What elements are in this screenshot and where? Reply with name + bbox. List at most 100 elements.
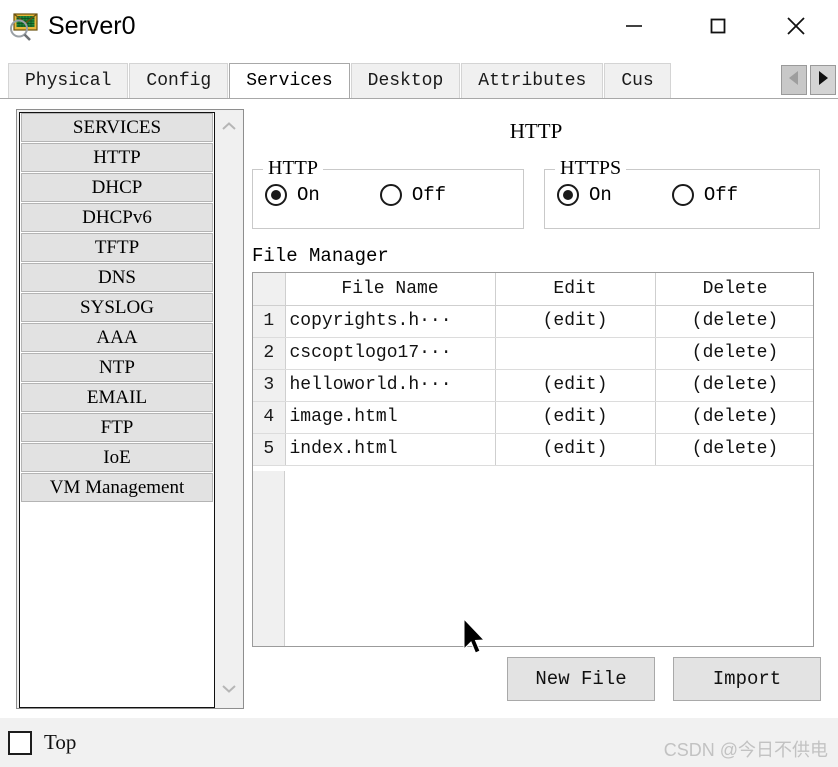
tab-physical[interactable]: Physical bbox=[8, 63, 129, 99]
minimize-button[interactable] bbox=[602, 0, 666, 52]
sidebar-item-syslog[interactable]: SYSLOG bbox=[21, 293, 213, 322]
sidebar-item-aaa[interactable]: AAA bbox=[21, 323, 213, 352]
sidebar-item-services[interactable]: SERVICES bbox=[21, 113, 213, 142]
tab-scroll-buttons bbox=[781, 65, 836, 95]
tab-desktop[interactable]: Desktop bbox=[350, 63, 461, 99]
server-magnifier-icon bbox=[8, 9, 42, 43]
sidebar-item-ntp[interactable]: NTP bbox=[21, 353, 213, 382]
row-number: 2 bbox=[253, 337, 286, 370]
file-manager-table: File Name Edit Delete 1 copyrights.h··· … bbox=[252, 272, 814, 647]
tab-list: Physical Config Services Desktop Attribu… bbox=[8, 63, 672, 99]
tab-customize[interactable]: Cus bbox=[604, 63, 671, 99]
file-name-cell: copyrights.h··· bbox=[285, 305, 496, 338]
delete-link[interactable]: (delete) bbox=[655, 337, 813, 370]
checkbox-unchecked-icon bbox=[8, 730, 32, 755]
sidebar-item-label: FTP bbox=[100, 416, 134, 438]
radio-selected-icon bbox=[265, 184, 287, 206]
edit-link[interactable] bbox=[495, 337, 656, 370]
maximize-button[interactable] bbox=[686, 0, 750, 52]
protocol-toggle-groups: HTTP On Off HTTPS On Off bbox=[252, 157, 820, 231]
sidebar-item-dhcpv6[interactable]: DHCPv6 bbox=[21, 203, 213, 232]
edit-link[interactable]: (edit) bbox=[495, 369, 656, 402]
tab-scroll-left-button[interactable] bbox=[781, 65, 807, 95]
https-radio-row: On Off bbox=[557, 184, 798, 206]
file-table: File Name Edit Delete 1 copyrights.h··· … bbox=[253, 273, 813, 466]
row-number: 1 bbox=[253, 305, 286, 338]
http-off-radio[interactable]: Off bbox=[379, 184, 446, 206]
services-sidebar: SERVICES HTTP DHCP DHCPv6 TFTP DNS SYSLO… bbox=[16, 109, 244, 709]
delete-link[interactable]: (delete) bbox=[655, 433, 813, 466]
tab-config-label: Config bbox=[146, 71, 212, 91]
triangle-left-icon bbox=[787, 70, 801, 91]
http-on-label: On bbox=[297, 184, 320, 206]
import-button[interactable]: Import bbox=[673, 657, 821, 701]
sidebar-item-tftp[interactable]: TFTP bbox=[21, 233, 213, 262]
top-checkbox[interactable]: Top bbox=[8, 730, 76, 755]
sidebar-item-label: TFTP bbox=[94, 236, 140, 258]
sidebar-item-label: AAA bbox=[96, 326, 138, 348]
https-on-radio[interactable]: On bbox=[557, 184, 612, 206]
http-group-legend: HTTP bbox=[263, 157, 323, 180]
radio-unselected-icon bbox=[379, 184, 402, 206]
sidebar-item-http[interactable]: HTTP bbox=[21, 143, 213, 172]
sidebar-scrollbar[interactable] bbox=[216, 111, 242, 707]
https-off-radio[interactable]: Off bbox=[671, 184, 739, 206]
tab-desktop-label: Desktop bbox=[367, 71, 444, 91]
tab-scroll-right-button[interactable] bbox=[810, 65, 836, 95]
edit-link[interactable]: (edit) bbox=[495, 305, 656, 338]
import-button-label: Import bbox=[712, 668, 782, 690]
sidebar-item-vm-management[interactable]: VM Management bbox=[21, 473, 213, 502]
sidebar-item-label: DHCP bbox=[91, 176, 143, 198]
file-name-cell: cscoptlogo17··· bbox=[285, 337, 496, 370]
tab-strip: Physical Config Services Desktop Attribu… bbox=[0, 63, 838, 99]
page-title: HTTP bbox=[509, 119, 563, 143]
sidebar-item-label: HTTP bbox=[93, 146, 141, 168]
chevron-up-icon bbox=[221, 119, 237, 137]
http-group: HTTP On Off bbox=[252, 157, 524, 229]
edit-link[interactable]: (edit) bbox=[495, 433, 656, 466]
watermark-text: CSDN @今日不供电 bbox=[663, 740, 828, 760]
sidebar-item-email[interactable]: EMAIL bbox=[21, 383, 213, 412]
sidebar-item-ftp[interactable]: FTP bbox=[21, 413, 213, 442]
table-row[interactable]: 3 helloworld.h··· (edit) (delete) bbox=[253, 369, 813, 402]
file-manager-actions: New File Import bbox=[507, 657, 821, 701]
tab-services-label: Services bbox=[246, 71, 333, 91]
title-bar: Server0 bbox=[0, 0, 838, 56]
radio-unselected-icon bbox=[671, 184, 694, 206]
new-file-button[interactable]: New File bbox=[507, 657, 655, 701]
tab-physical-label: Physical bbox=[25, 71, 112, 91]
tab-attributes[interactable]: Attributes bbox=[461, 63, 604, 99]
scroll-down-button[interactable] bbox=[216, 677, 242, 703]
sidebar-item-label: NTP bbox=[99, 356, 135, 378]
table-row[interactable]: 1 copyrights.h··· (edit) (delete) bbox=[253, 305, 813, 338]
sidebar-item-label: SYSLOG bbox=[80, 296, 154, 318]
table-row[interactable]: 4 image.html (edit) (delete) bbox=[253, 401, 813, 434]
table-row[interactable]: 2 cscoptlogo17··· (delete) bbox=[253, 337, 813, 370]
sidebar-item-ioe[interactable]: IoE bbox=[21, 443, 213, 472]
services-list[interactable]: SERVICES HTTP DHCP DHCPv6 TFTP DNS SYSLO… bbox=[19, 112, 215, 708]
top-checkbox-label: Top bbox=[44, 730, 77, 754]
http-on-radio[interactable]: On bbox=[265, 184, 320, 206]
edit-link[interactable]: (edit) bbox=[495, 401, 656, 434]
https-group: HTTPS On Off bbox=[544, 157, 820, 229]
delete-link[interactable]: (delete) bbox=[655, 369, 813, 402]
table-row[interactable]: 5 index.html (edit) (delete) bbox=[253, 433, 813, 466]
http-radio-row: On Off bbox=[265, 184, 506, 206]
file-name-cell: helloworld.h··· bbox=[285, 369, 496, 402]
file-name-cell: image.html bbox=[285, 401, 496, 434]
tab-config[interactable]: Config bbox=[129, 63, 229, 99]
sidebar-item-dns[interactable]: DNS bbox=[21, 263, 213, 292]
delete-link[interactable]: (delete) bbox=[655, 305, 813, 338]
new-file-button-label: New File bbox=[535, 668, 627, 690]
header-edit: Edit bbox=[495, 273, 656, 306]
http-settings-pane: HTTP HTTP On Off HTTPS On Off File Manag… bbox=[252, 107, 821, 711]
https-on-label: On bbox=[589, 184, 612, 206]
footer-bar: Top CSDN @今日不供电 bbox=[0, 718, 838, 767]
https-off-label: Off bbox=[703, 184, 739, 206]
close-button[interactable] bbox=[764, 0, 828, 52]
tab-services[interactable]: Services bbox=[229, 63, 350, 99]
sidebar-item-dhcp[interactable]: DHCP bbox=[21, 173, 213, 202]
delete-link[interactable]: (delete) bbox=[655, 401, 813, 434]
packet-tracer-device-window: Server0 Physical Config Services Desktop… bbox=[0, 0, 838, 767]
scroll-up-button[interactable] bbox=[216, 115, 242, 141]
